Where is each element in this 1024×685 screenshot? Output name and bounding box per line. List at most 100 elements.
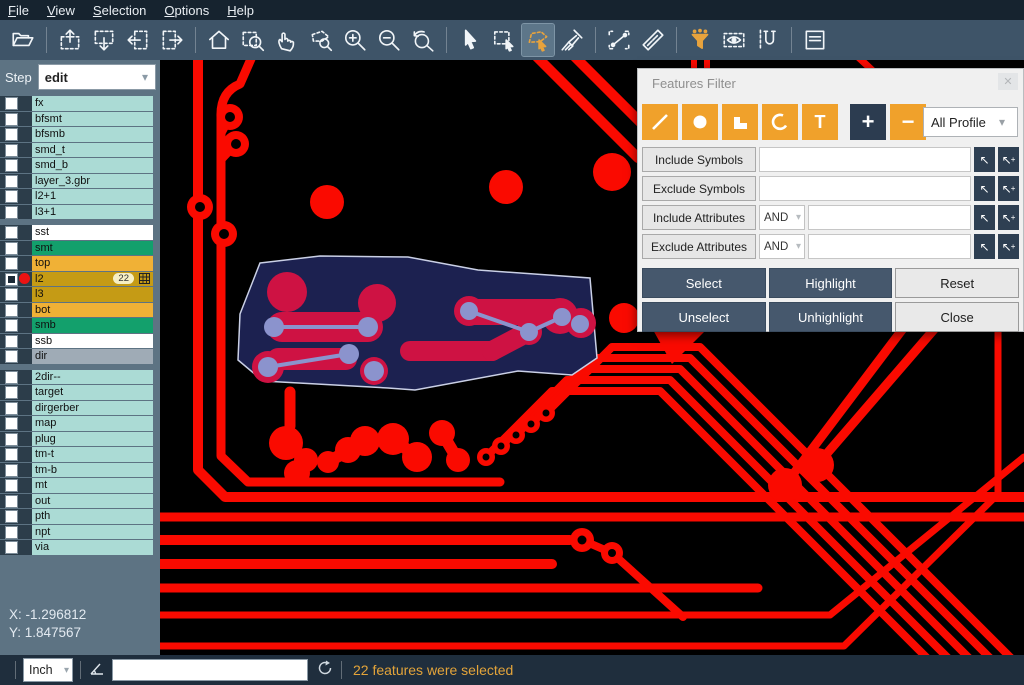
layer-name-strip[interactable]: pth (32, 509, 153, 524)
layer-checkbox[interactable] (5, 495, 18, 508)
layer-name-strip[interactable]: bfsmt (32, 112, 153, 127)
layer-name-strip[interactable]: smd_b (32, 158, 153, 173)
layer-name-strip[interactable]: plug (32, 432, 153, 447)
layer-checkbox[interactable] (5, 448, 18, 461)
layer-name-strip[interactable]: fx (32, 96, 153, 111)
layer-name-strip[interactable]: map (32, 416, 153, 431)
layer-name-strip[interactable]: 2dir-- (32, 370, 153, 385)
open-folder-icon[interactable] (7, 24, 39, 56)
layer-name-strip[interactable]: layer_3.gbr (32, 174, 153, 189)
zoom-out-icon[interactable] (373, 24, 405, 56)
pick-attribute-icon[interactable]: ↖ (974, 234, 995, 259)
grid-icon[interactable] (139, 273, 150, 284)
zoom-in-icon[interactable] (339, 24, 371, 56)
pan-down-icon[interactable] (88, 24, 120, 56)
layer-checkbox[interactable] (5, 273, 18, 286)
refresh-icon[interactable] (316, 659, 334, 682)
select-arrow-icon[interactable] (454, 24, 486, 56)
include-attributes-button[interactable]: Include Attributes (642, 205, 756, 230)
layer-name-strip[interactable]: npt (32, 525, 153, 540)
exclude-attributes-operator-dropdown[interactable]: AND ▾ (759, 234, 805, 259)
text-feature-icon[interactable]: T (802, 104, 838, 140)
layer-checkbox[interactable] (5, 433, 18, 446)
layer-name-strip[interactable]: via (32, 540, 153, 555)
layer-row-smd_b[interactable]: smd_b (0, 158, 160, 173)
pick-add-attribute-icon[interactable]: ↖+ (998, 234, 1019, 259)
layer-name-strip[interactable]: tm-t (32, 447, 153, 462)
select-polygon-icon[interactable] (522, 24, 554, 56)
layer-checkbox[interactable] (5, 335, 18, 348)
layer-checkbox[interactable] (5, 541, 18, 554)
menu-view[interactable]: View (47, 3, 75, 18)
remove-filter-button[interactable]: − (890, 104, 926, 140)
layer-checkbox[interactable] (5, 417, 18, 430)
close-button[interactable]: Close (895, 302, 1019, 332)
close-icon[interactable]: ✕ (998, 73, 1018, 90)
layer-name-strip[interactable]: bfsmb (32, 127, 153, 142)
layer-name-strip[interactable]: tm-b (32, 463, 153, 478)
command-input[interactable] (112, 659, 308, 681)
unhighlight-button[interactable]: Unhighlight (769, 302, 893, 332)
layer-checkbox[interactable] (5, 464, 18, 477)
layer-name-strip[interactable]: smb (32, 318, 153, 333)
layer-row-tm-b[interactable]: tm-b (0, 463, 160, 478)
layer-name-strip[interactable]: smt (32, 241, 153, 256)
layer-checkbox[interactable] (5, 128, 18, 141)
layer-checkbox[interactable] (5, 371, 18, 384)
layer-name-strip[interactable]: l3+1 (32, 205, 153, 220)
layer-row-bfsmt[interactable]: bfsmt (0, 112, 160, 127)
layer-name-strip[interactable]: top (32, 256, 153, 271)
pick-add-attribute-icon[interactable]: ↖+ (998, 205, 1019, 230)
pick-add-symbol-icon[interactable]: ↖+ (998, 147, 1019, 172)
view-options-icon[interactable] (718, 24, 750, 56)
units-dropdown[interactable]: Inch ▾ (23, 658, 73, 682)
menu-options[interactable]: Options (164, 3, 209, 18)
zoom-window-icon[interactable] (237, 24, 269, 56)
layer-checkbox[interactable] (5, 350, 18, 363)
layer-checkbox[interactable] (5, 257, 18, 270)
layer-row-target[interactable]: target (0, 385, 160, 400)
layer-name-strip[interactable]: l2+1 (32, 189, 153, 204)
include-symbols-button[interactable]: Include Symbols (642, 147, 756, 172)
layer-checkbox[interactable] (5, 144, 18, 157)
layer-checkbox[interactable] (5, 386, 18, 399)
layer-row-bfsmb[interactable]: bfsmb (0, 127, 160, 142)
layer-checkbox[interactable] (5, 510, 18, 523)
menu-help[interactable]: Help (227, 3, 254, 18)
layer-name-strip[interactable]: sst (32, 225, 153, 240)
exclude-symbols-input[interactable] (759, 176, 971, 201)
layers-panel-icon[interactable] (799, 24, 831, 56)
layer-name-strip[interactable]: mt (32, 478, 153, 493)
layer-name-strip[interactable]: bot (32, 303, 153, 318)
layer-row-layer_3.gbr[interactable]: layer_3.gbr (0, 174, 160, 189)
exclude-symbols-button[interactable]: Exclude Symbols (642, 176, 756, 201)
ruler-icon[interactable] (637, 24, 669, 56)
exclude-attributes-input[interactable] (808, 234, 971, 259)
zoom-polygon-icon[interactable] (305, 24, 337, 56)
reset-button[interactable]: Reset (895, 268, 1019, 298)
layer-row-l3+1[interactable]: l3+1 (0, 205, 160, 220)
select-button[interactable]: Select (642, 268, 766, 298)
surface-feature-icon[interactable] (722, 104, 758, 140)
select-rectangle-icon[interactable] (488, 24, 520, 56)
pick-attribute-icon[interactable]: ↖ (974, 205, 995, 230)
round-feature-icon[interactable] (682, 104, 718, 140)
layer-row-l3[interactable]: l3 (0, 287, 160, 302)
layer-name-strip[interactable]: out (32, 494, 153, 509)
profile-dropdown[interactable]: All Profile ▾ (923, 107, 1018, 137)
layer-row-dir[interactable]: dir (0, 349, 160, 364)
layer-checkbox[interactable] (5, 479, 18, 492)
measure-icon[interactable] (603, 24, 635, 56)
include-attributes-operator-dropdown[interactable]: AND ▾ (759, 205, 805, 230)
layer-checkbox[interactable] (5, 206, 18, 219)
layer-row-via[interactable]: via (0, 540, 160, 555)
pan-right-icon[interactable] (156, 24, 188, 56)
pan-hand-icon[interactable] (271, 24, 303, 56)
layer-name-strip[interactable]: ssb (32, 334, 153, 349)
home-icon[interactable] (203, 24, 235, 56)
layer-name-strip[interactable]: target (32, 385, 153, 400)
layer-row-l2+1[interactable]: l2+1 (0, 189, 160, 204)
layer-row-ssb[interactable]: ssb (0, 334, 160, 349)
arc-feature-icon[interactable] (762, 104, 798, 140)
layer-name-strip[interactable]: l222 (32, 272, 153, 287)
